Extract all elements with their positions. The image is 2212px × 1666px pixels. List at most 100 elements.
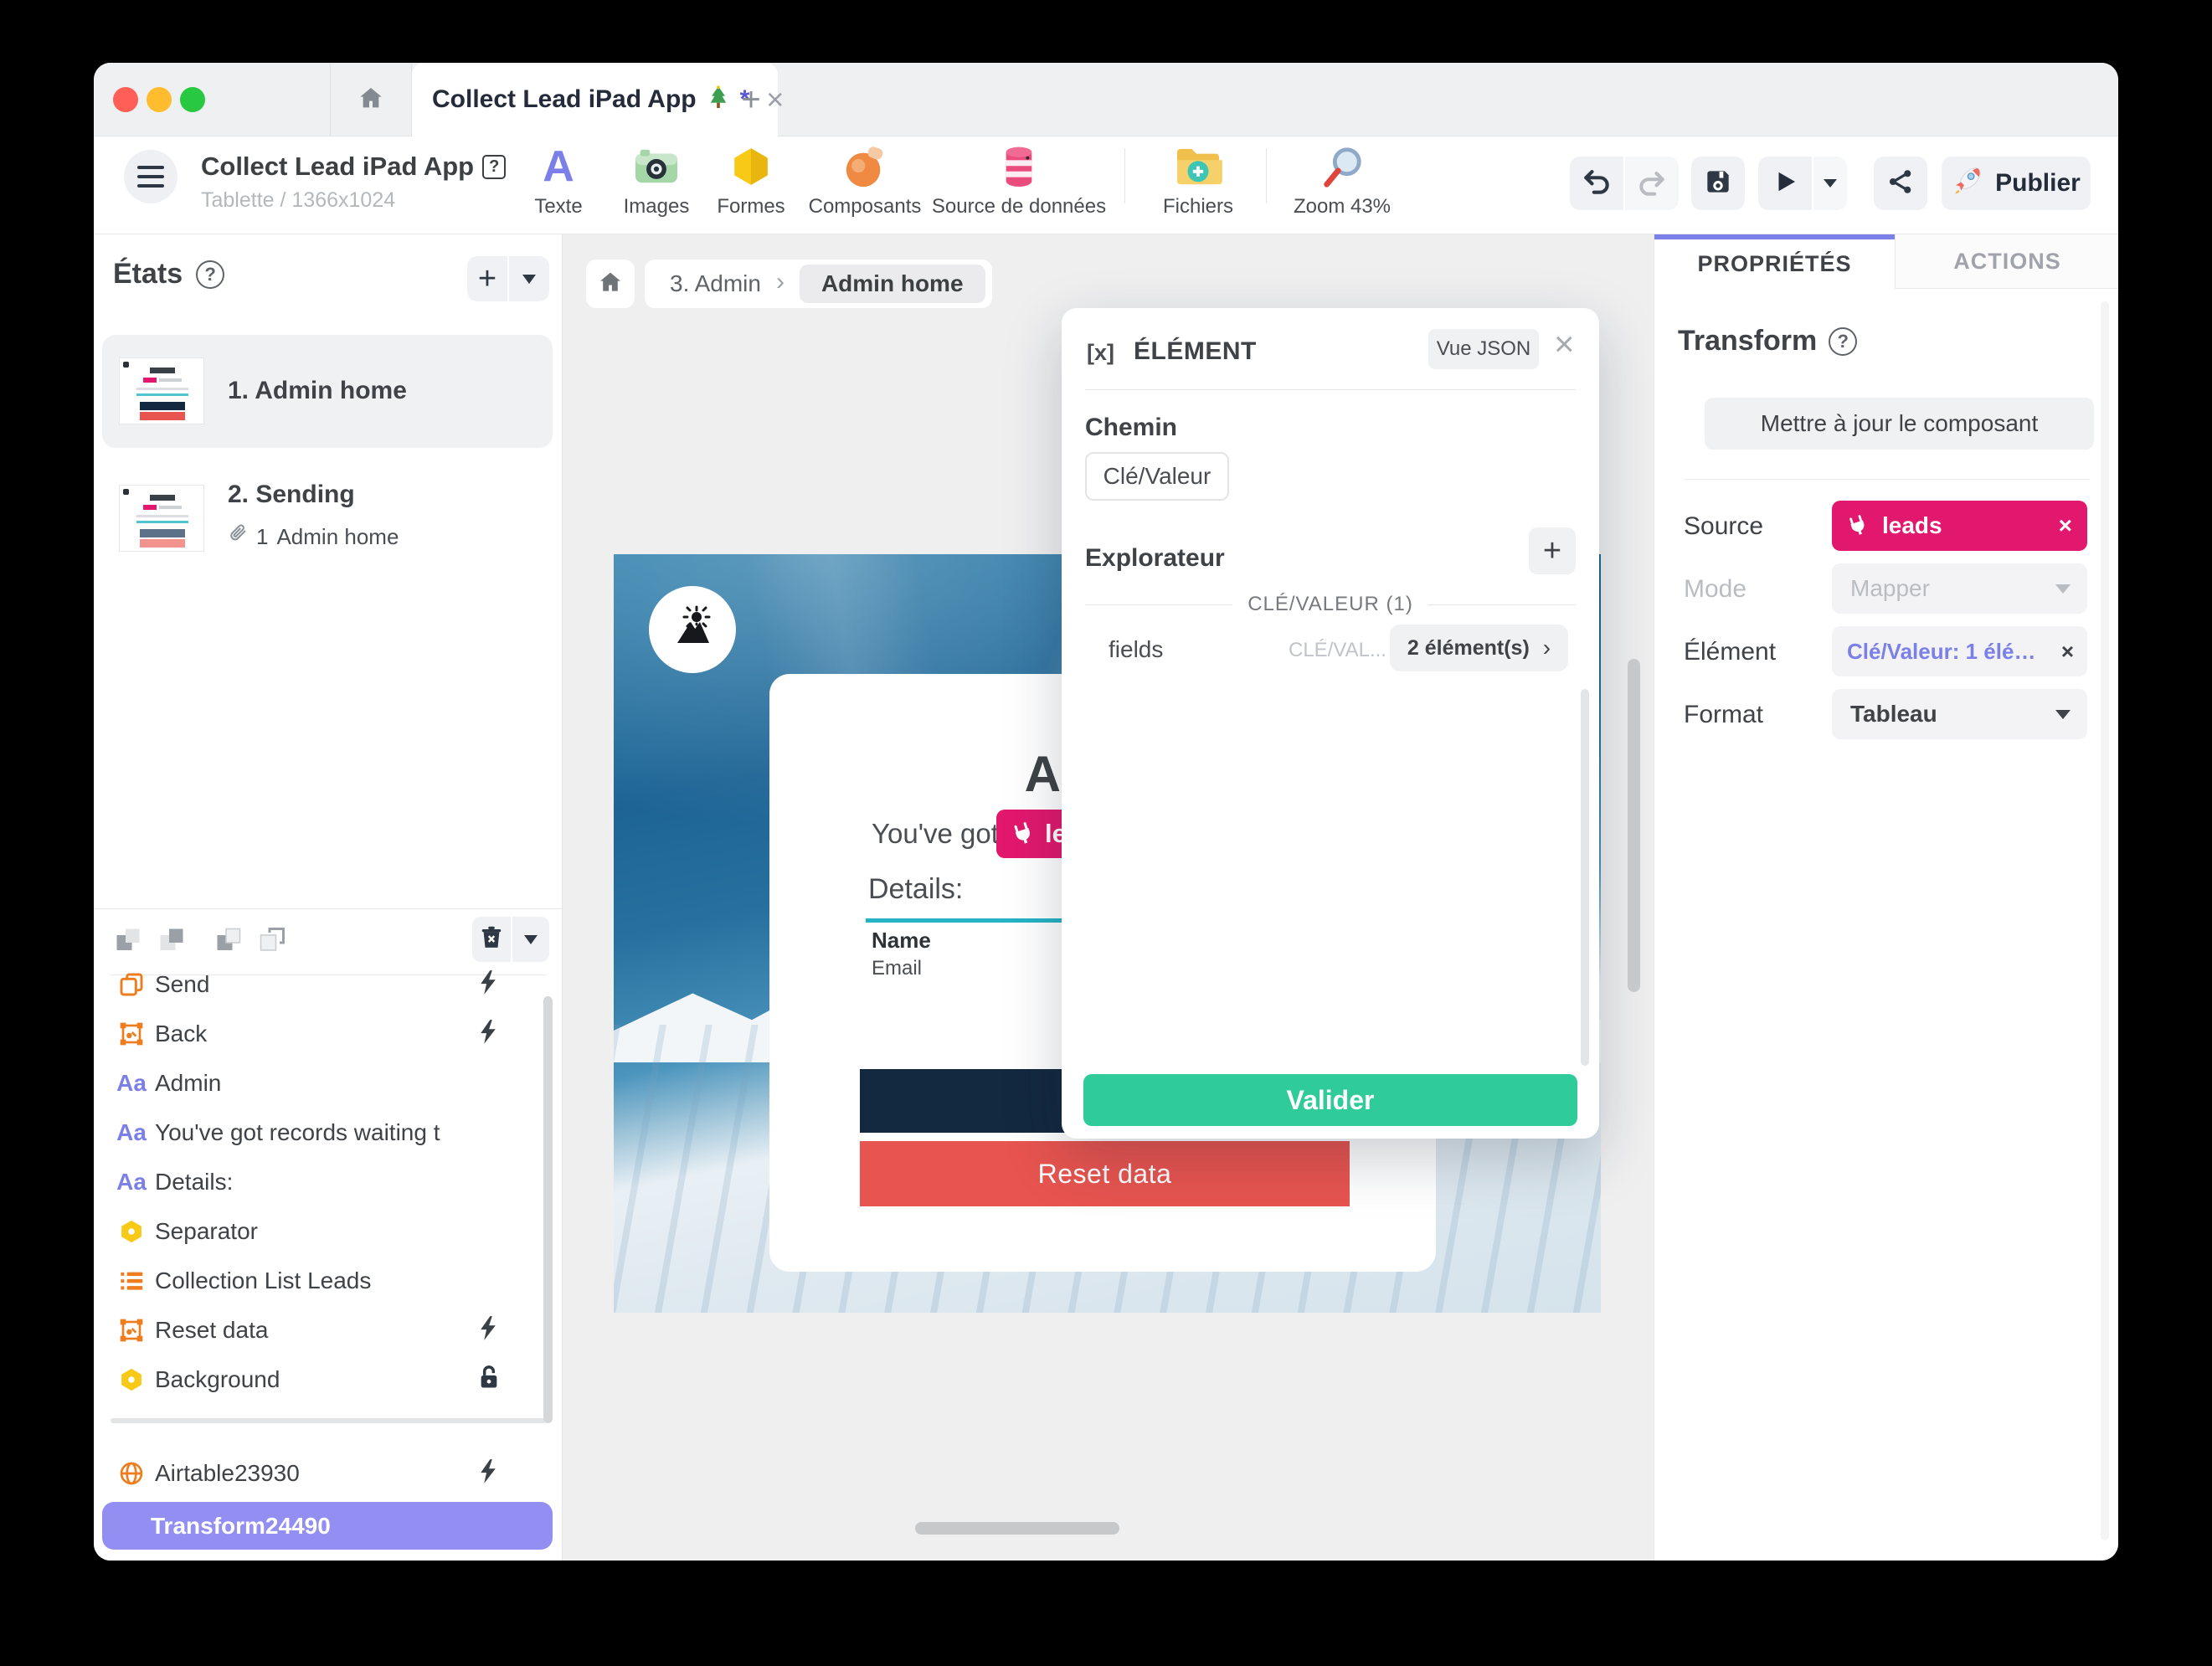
validate-button[interactable]: Valider (1083, 1074, 1577, 1126)
menu-button[interactable] (124, 150, 177, 203)
text-element-icon: Aa (113, 1070, 150, 1097)
layer-row-back[interactable]: Back (94, 1009, 553, 1058)
chevron-right-icon: › (1543, 635, 1551, 661)
tool-zoom[interactable]: Zoom 43% (1279, 143, 1405, 219)
component-copy-icon (113, 971, 150, 998)
remove-element-icon[interactable]: × (2061, 639, 2074, 665)
breadcrumb-state[interactable]: Admin home (800, 265, 985, 303)
states-panel-title: États (113, 258, 183, 291)
canvas-horizontal-scrollbar[interactable] (915, 1522, 1119, 1535)
remove-source-icon[interactable]: × (2059, 512, 2072, 539)
collection-column-email: Email (872, 957, 922, 980)
share-button[interactable] (1874, 157, 1927, 210)
source-value-pill[interactable]: leads × (1832, 501, 2087, 551)
states-help-icon[interactable]: ? (196, 260, 224, 289)
delete-options-button[interactable] (512, 917, 549, 962)
shape-hexagon-icon (113, 1367, 150, 1392)
rocket-icon (1952, 163, 1985, 203)
brand-logo[interactable] (649, 586, 736, 673)
layer-row-send[interactable]: Send (94, 959, 553, 1009)
text-tool-icon: A (543, 143, 574, 190)
new-tab-button[interactable]: + (713, 80, 789, 121)
save-icon (1702, 166, 1734, 202)
properties-sidebar: PROPRIÉTÉS ACTIONS Transform ? Mettre à … (1654, 234, 2118, 1561)
lightning-icon (477, 1018, 499, 1049)
traffic-minimize-button[interactable] (147, 87, 172, 112)
tool-fichiers[interactable]: Fichiers (1135, 143, 1261, 219)
field-count-button[interactable]: 2 élément(s) › (1390, 625, 1568, 671)
state-item-admin-home[interactable]: 1. Admin home (102, 335, 553, 448)
home-tab-button[interactable] (330, 63, 412, 136)
collection-column-name: Name (872, 928, 931, 954)
canvas-vertical-scrollbar[interactable] (1628, 659, 1640, 992)
lightning-icon (477, 969, 499, 1000)
tab-proprietes[interactable]: PROPRIÉTÉS (1654, 234, 1895, 289)
delete-layer-button[interactable] (472, 917, 511, 962)
bring-to-front-icon[interactable] (213, 925, 244, 959)
folder-icon (1174, 143, 1222, 190)
properties-scrollbar-track[interactable] (2101, 301, 2109, 1540)
send-to-back-icon[interactable] (257, 925, 287, 959)
close-icon[interactable]: × (1554, 327, 1575, 362)
play-icon (1770, 167, 1800, 201)
layer-row-separator[interactable]: Separator (94, 1206, 553, 1256)
plug-icon (1008, 819, 1037, 848)
element-field[interactable]: Clé/Valeur: 1 élément... × (1832, 626, 2087, 676)
publish-button[interactable]: Publier (1942, 157, 2091, 210)
layer-row-airtable[interactable]: Airtable23930 (94, 1448, 553, 1498)
states-options-button[interactable] (509, 256, 549, 301)
chevron-down-icon (1824, 179, 1837, 188)
transform-help-icon[interactable]: ? (1829, 327, 1857, 356)
layer-row-youve-got[interactable]: Aa You've got records waiting t (94, 1108, 553, 1157)
undo-button[interactable] (1570, 157, 1623, 210)
transform-section-title: Transform ? (1678, 325, 1857, 357)
layer-row-background[interactable]: Background (94, 1355, 553, 1404)
format-select[interactable]: Tableau (1832, 689, 2087, 739)
panel-divider (94, 908, 563, 909)
breadcrumb-separator: › (776, 268, 784, 296)
toolbar-divider (1266, 148, 1267, 203)
layer-row-admin[interactable]: Aa Admin (94, 1058, 553, 1108)
element-modal: [x] ÉLÉMENT Vue JSON × Chemin Clé/Valeur… (1062, 308, 1599, 1139)
json-view-button[interactable]: Vue JSON (1428, 329, 1539, 369)
window-tab-bar: Collect Lead iPad App * × + (94, 63, 2118, 136)
breadcrumb-home-button[interactable] (586, 260, 635, 308)
layer-row-details[interactable]: Aa Details: (94, 1157, 553, 1206)
breadcrumb-page[interactable]: 3. Admin (670, 270, 761, 297)
redo-button[interactable] (1625, 157, 1679, 210)
update-component-button[interactable]: Mettre à jour le composant (1705, 398, 2094, 450)
layer-row-collection-list[interactable]: Collection List Leads (94, 1256, 553, 1305)
add-key-button[interactable]: + (1529, 527, 1576, 574)
canvas-area: 3. Admin › Admin home Admin You'v (563, 234, 1654, 1561)
mode-select[interactable]: Mapper (1832, 563, 2087, 614)
add-state-button[interactable]: + (467, 256, 507, 301)
tab-actions[interactable]: ACTIONS (1895, 234, 2118, 289)
paperclip-icon (228, 522, 248, 552)
share-icon (1885, 167, 1916, 201)
lock-icon (477, 1364, 501, 1395)
send-backward-icon[interactable] (157, 925, 187, 959)
preview-play-button[interactable] (1758, 157, 1812, 210)
layer-row-reset-data[interactable]: Reset data (94, 1305, 553, 1355)
reset-data-button[interactable]: Reset data (860, 1141, 1350, 1206)
state-item-sending[interactable]: 2. Sending 1 Admin home (102, 462, 553, 575)
explorer-scrollbar[interactable] (1581, 689, 1589, 1066)
element-label: Élément (1684, 638, 1776, 666)
traffic-zoom-button[interactable] (180, 87, 205, 112)
save-button[interactable] (1691, 157, 1745, 210)
path-chip-cle-valeur[interactable]: Clé/Valeur (1085, 452, 1229, 501)
text-element-icon: Aa (113, 1169, 150, 1196)
tool-composants[interactable]: Composants (802, 143, 928, 219)
layer-row-transform-selected[interactable]: Transform24490 (102, 1502, 553, 1550)
bring-forward-icon[interactable] (113, 925, 143, 959)
traffic-close-button[interactable] (113, 87, 138, 112)
mountain-sun-icon (666, 603, 719, 656)
linked-state-row: 1 Admin home (228, 522, 399, 552)
lightning-icon (477, 1458, 499, 1489)
preview-options-button[interactable] (1813, 157, 1847, 210)
tool-source-de-donnees[interactable]: Source de données (956, 143, 1082, 219)
layers-scrollbar[interactable] (543, 996, 553, 1423)
tool-formes[interactable]: Formes (688, 143, 814, 219)
field-type: CLÉ/VAL... (1289, 639, 1386, 662)
chevron-down-icon (2055, 710, 2071, 719)
